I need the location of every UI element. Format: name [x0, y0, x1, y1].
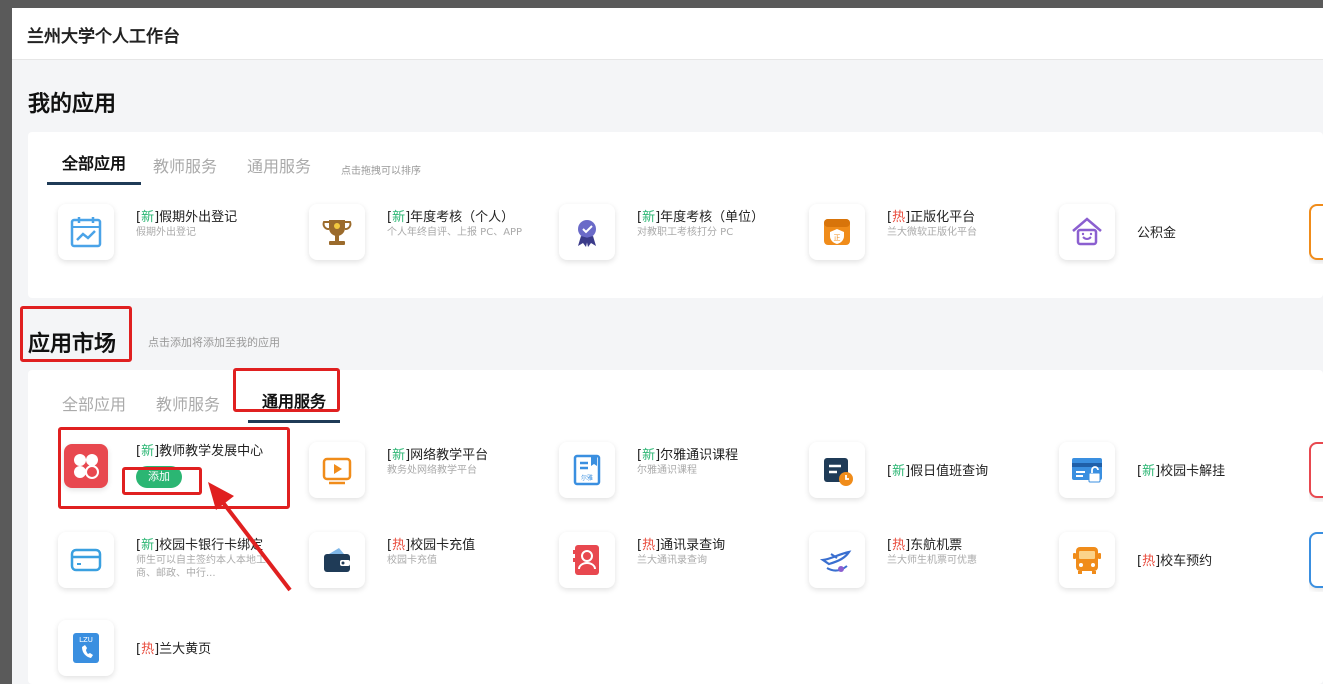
app-partial-cutoff[interactable] — [1309, 204, 1323, 264]
app-name: [热]正版化平台 — [887, 210, 976, 225]
play-icon — [309, 442, 365, 498]
app-name: [新]假期外出登记 — [136, 210, 238, 225]
bus-icon — [1059, 532, 1115, 588]
app-housing-fund[interactable]: 公积金 — [1059, 204, 1299, 264]
app-name: [新]假日值班查询 — [887, 464, 989, 479]
calendar-chart-icon — [58, 204, 114, 260]
app-name: [热]通讯录查询 — [637, 538, 726, 553]
my-apps-tabs: 全部应用 教师服务 通用服务 点击拖拽可以排序 — [47, 150, 421, 185]
app-shuttle-booking[interactable]: [热]校车预约 — [1059, 532, 1299, 592]
partial-app-icon — [1309, 442, 1323, 498]
annotation-arrow — [208, 482, 292, 592]
shield-box-icon: 正 — [809, 204, 865, 260]
partial-app-icon — [1309, 532, 1323, 588]
app-partial-cutoff[interactable] — [1309, 532, 1323, 592]
svg-text:正: 正 — [834, 234, 841, 242]
tab-all-apps[interactable]: 全部应用 — [47, 150, 142, 185]
book-icon: 尔雅 — [559, 442, 615, 498]
app-annual-review-personal[interactable]: [新]年度考核（个人） 个人年终自评、上报 PC、APP — [309, 204, 549, 264]
tab-teacher-services[interactable]: 教师服务 — [156, 391, 220, 423]
sort-hint: 点击拖拽可以排序 — [341, 166, 422, 177]
app-holiday-duty[interactable]: [新]假日值班查询 — [809, 442, 1049, 502]
my-apps-card: 全部应用 教师服务 通用服务 点击拖拽可以排序 [新]假期外出登记 假期外出登记… — [28, 132, 1323, 298]
app-erya-courses[interactable]: 尔雅 [新]尔雅通识课程 尔雅通识课程 — [559, 442, 799, 502]
app-name: [热]校车预约 — [1137, 554, 1213, 569]
app-desc: 对教职工考核打分 PC — [637, 227, 734, 238]
workbench-title: 兰州大学个人工作台 — [27, 27, 180, 47]
app-eastern-airline-tickets[interactable]: [热]东航机票 兰大师生机票可优惠 — [809, 532, 1049, 592]
partial-app-icon — [1309, 204, 1323, 260]
app-desc: 个人年终自评、上报 PC、APP — [387, 227, 523, 238]
wallet-icon — [309, 532, 365, 588]
tab-general-services[interactable]: 通用服务 — [247, 153, 311, 185]
app-lzu-yellow-pages[interactable]: LZU [热]兰大黄页 — [58, 620, 298, 680]
annotation-box-general-tab — [233, 368, 340, 412]
house-icon — [1059, 204, 1115, 260]
app-partial-cutoff[interactable] — [1309, 442, 1323, 502]
add-hint: 点击添加将添加至我的应用 — [148, 336, 280, 349]
app-desc: 兰大微软正版化平台 — [887, 227, 977, 238]
phone-book-icon: LZU — [58, 620, 114, 676]
app-vacation-leave[interactable]: [新]假期外出登记 假期外出登记 — [58, 204, 298, 264]
app-card-unlock[interactable]: [新]校园卡解挂 — [1059, 442, 1299, 502]
app-name: [新]年度考核（个人） — [387, 210, 515, 225]
app-desc: 校园卡充值 — [387, 555, 437, 566]
bank-card-icon — [58, 532, 114, 588]
app-name: [新]网络教学平台 — [387, 448, 489, 463]
tab-all-apps[interactable]: 全部应用 — [62, 391, 126, 423]
app-name: [新]尔雅通识课程 — [637, 448, 739, 463]
app-name: 公积金 — [1137, 226, 1177, 241]
app-name: [新]校园卡解挂 — [1137, 464, 1226, 479]
medal-icon — [559, 204, 615, 260]
phone-book-icon-label: LZU — [79, 636, 93, 644]
app-name: [热]兰大黄页 — [136, 642, 212, 657]
duty-calendar-icon — [809, 442, 865, 498]
card-unlock-icon — [1059, 442, 1115, 498]
app-desc: 尔雅通识课程 — [637, 465, 697, 476]
annotation-box-market-title — [20, 306, 132, 362]
app-desc: 教务处网络教学平台 — [387, 465, 477, 476]
tab-teacher-services[interactable]: 教师服务 — [153, 153, 217, 185]
book-icon-label: 尔雅 — [581, 474, 593, 482]
my-apps-title: 我的应用 — [28, 92, 117, 117]
app-card-recharge[interactable]: [热]校园卡充值 校园卡充值 — [309, 532, 549, 592]
trophy-icon — [309, 204, 365, 260]
contacts-icon — [559, 532, 615, 588]
app-directory-query[interactable]: [热]通讯录查询 兰大通讯录查询 — [559, 532, 799, 592]
top-bar: 兰州大学个人工作台 — [12, 8, 1323, 60]
app-desc: 假期外出登记 — [136, 227, 196, 238]
app-genuine-software[interactable]: 正 [热]正版化平台 兰大微软正版化平台 — [809, 204, 1049, 264]
app-name: [新]年度考核（单位） — [637, 210, 765, 225]
app-name: [热]校园卡充值 — [387, 538, 476, 553]
plane-icon — [809, 532, 865, 588]
app-annual-review-unit[interactable]: [新]年度考核（单位） 对教职工考核打分 PC — [559, 204, 799, 264]
app-name: [热]东航机票 — [887, 538, 963, 553]
app-online-teaching[interactable]: [新]网络教学平台 教务处网络教学平台 — [309, 442, 549, 502]
app-desc: 兰大师生机票可优惠 — [887, 555, 977, 566]
app-desc: 兰大通讯录查询 — [637, 555, 707, 566]
